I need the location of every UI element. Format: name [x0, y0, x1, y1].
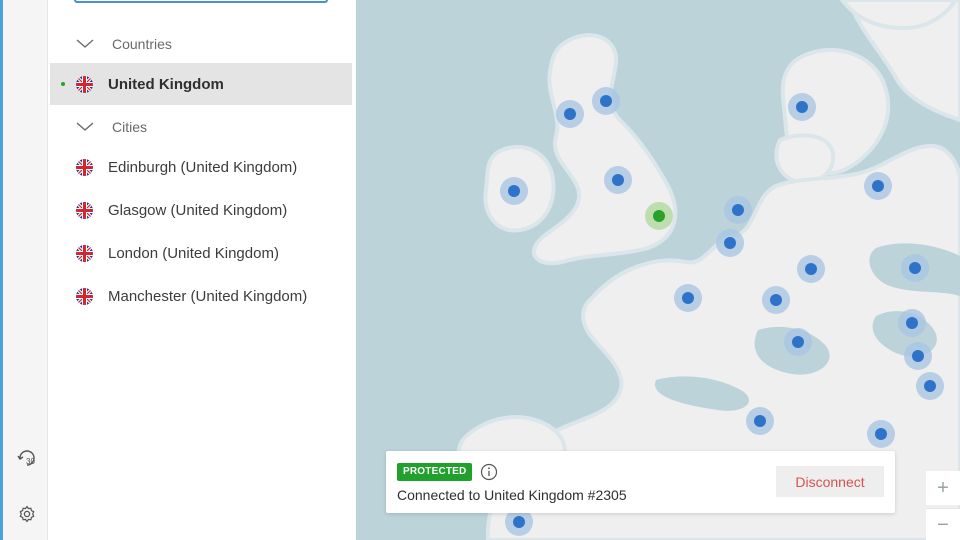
uk-flag-icon	[76, 201, 93, 219]
server-pin[interactable]	[592, 87, 620, 115]
city-item-manchester[interactable]: Manchester (United Kingdom)	[50, 275, 352, 317]
uk-flag-icon	[76, 158, 93, 176]
server-pin[interactable]	[556, 100, 584, 128]
uk-flag-icon	[76, 287, 93, 305]
server-pin[interactable]	[716, 229, 744, 257]
server-pin[interactable]	[864, 172, 892, 200]
server-pin[interactable]	[788, 93, 816, 121]
server-pin[interactable]	[724, 196, 752, 224]
server-pin[interactable]	[797, 255, 825, 283]
server-pin[interactable]	[746, 407, 774, 435]
city-name: Edinburgh (United Kingdom)	[108, 158, 298, 176]
uk-flag-icon	[76, 75, 93, 93]
countries-section-header[interactable]: Countries	[48, 24, 354, 64]
server-pin[interactable]	[916, 372, 944, 400]
city-item-glasgow[interactable]: Glasgow (United Kingdom)	[50, 189, 352, 231]
city-name: Manchester (United Kingdom)	[108, 287, 308, 305]
left-rail: 30	[0, 0, 48, 540]
zoom-out-button[interactable]: −	[926, 508, 960, 540]
country-name: United Kingdom	[108, 75, 224, 93]
city-item-london[interactable]: London (United Kingdom)	[50, 232, 352, 274]
svg-text:30: 30	[26, 457, 35, 466]
pause-30-icon[interactable]: 30	[15, 446, 39, 470]
info-icon[interactable]	[480, 463, 498, 481]
uk-flag-icon	[76, 244, 93, 262]
city-name: Glasgow (United Kingdom)	[108, 201, 288, 219]
server-pin[interactable]	[898, 309, 926, 337]
section-label: Countries	[112, 36, 172, 52]
chevron-down-icon	[76, 119, 98, 136]
server-list-panel: Countries United Kingdom Cities Edinburg…	[48, 0, 356, 540]
connection-text: Connected to United Kingdom #2305	[397, 487, 627, 503]
server-pin[interactable]	[904, 342, 932, 370]
search-input[interactable]	[74, 0, 328, 3]
disconnect-button[interactable]: Disconnect	[776, 466, 884, 497]
server-pin[interactable]	[784, 328, 812, 356]
server-pin[interactable]	[500, 177, 528, 205]
server-pin[interactable]	[674, 284, 702, 312]
server-pin[interactable]	[867, 420, 895, 448]
server-pin[interactable]	[762, 286, 790, 314]
zoom-in-button[interactable]: +	[926, 471, 960, 505]
cities-section-header[interactable]: Cities	[48, 107, 354, 147]
chevron-down-icon	[76, 36, 98, 53]
connection-status-card: PROTECTED Connected to United Kingdom #2…	[386, 451, 895, 513]
connected-server-pin[interactable]	[645, 202, 673, 230]
server-pin[interactable]	[604, 166, 632, 194]
gear-icon[interactable]	[15, 502, 39, 526]
section-label: Cities	[112, 119, 148, 135]
server-pin[interactable]	[901, 254, 929, 282]
city-item-edinburgh[interactable]: Edinburgh (United Kingdom)	[50, 146, 352, 188]
connected-indicator	[61, 82, 65, 86]
city-name: London (United Kingdom)	[108, 244, 279, 262]
country-item-united-kingdom[interactable]: United Kingdom	[50, 63, 352, 105]
protected-badge: PROTECTED	[397, 463, 473, 481]
